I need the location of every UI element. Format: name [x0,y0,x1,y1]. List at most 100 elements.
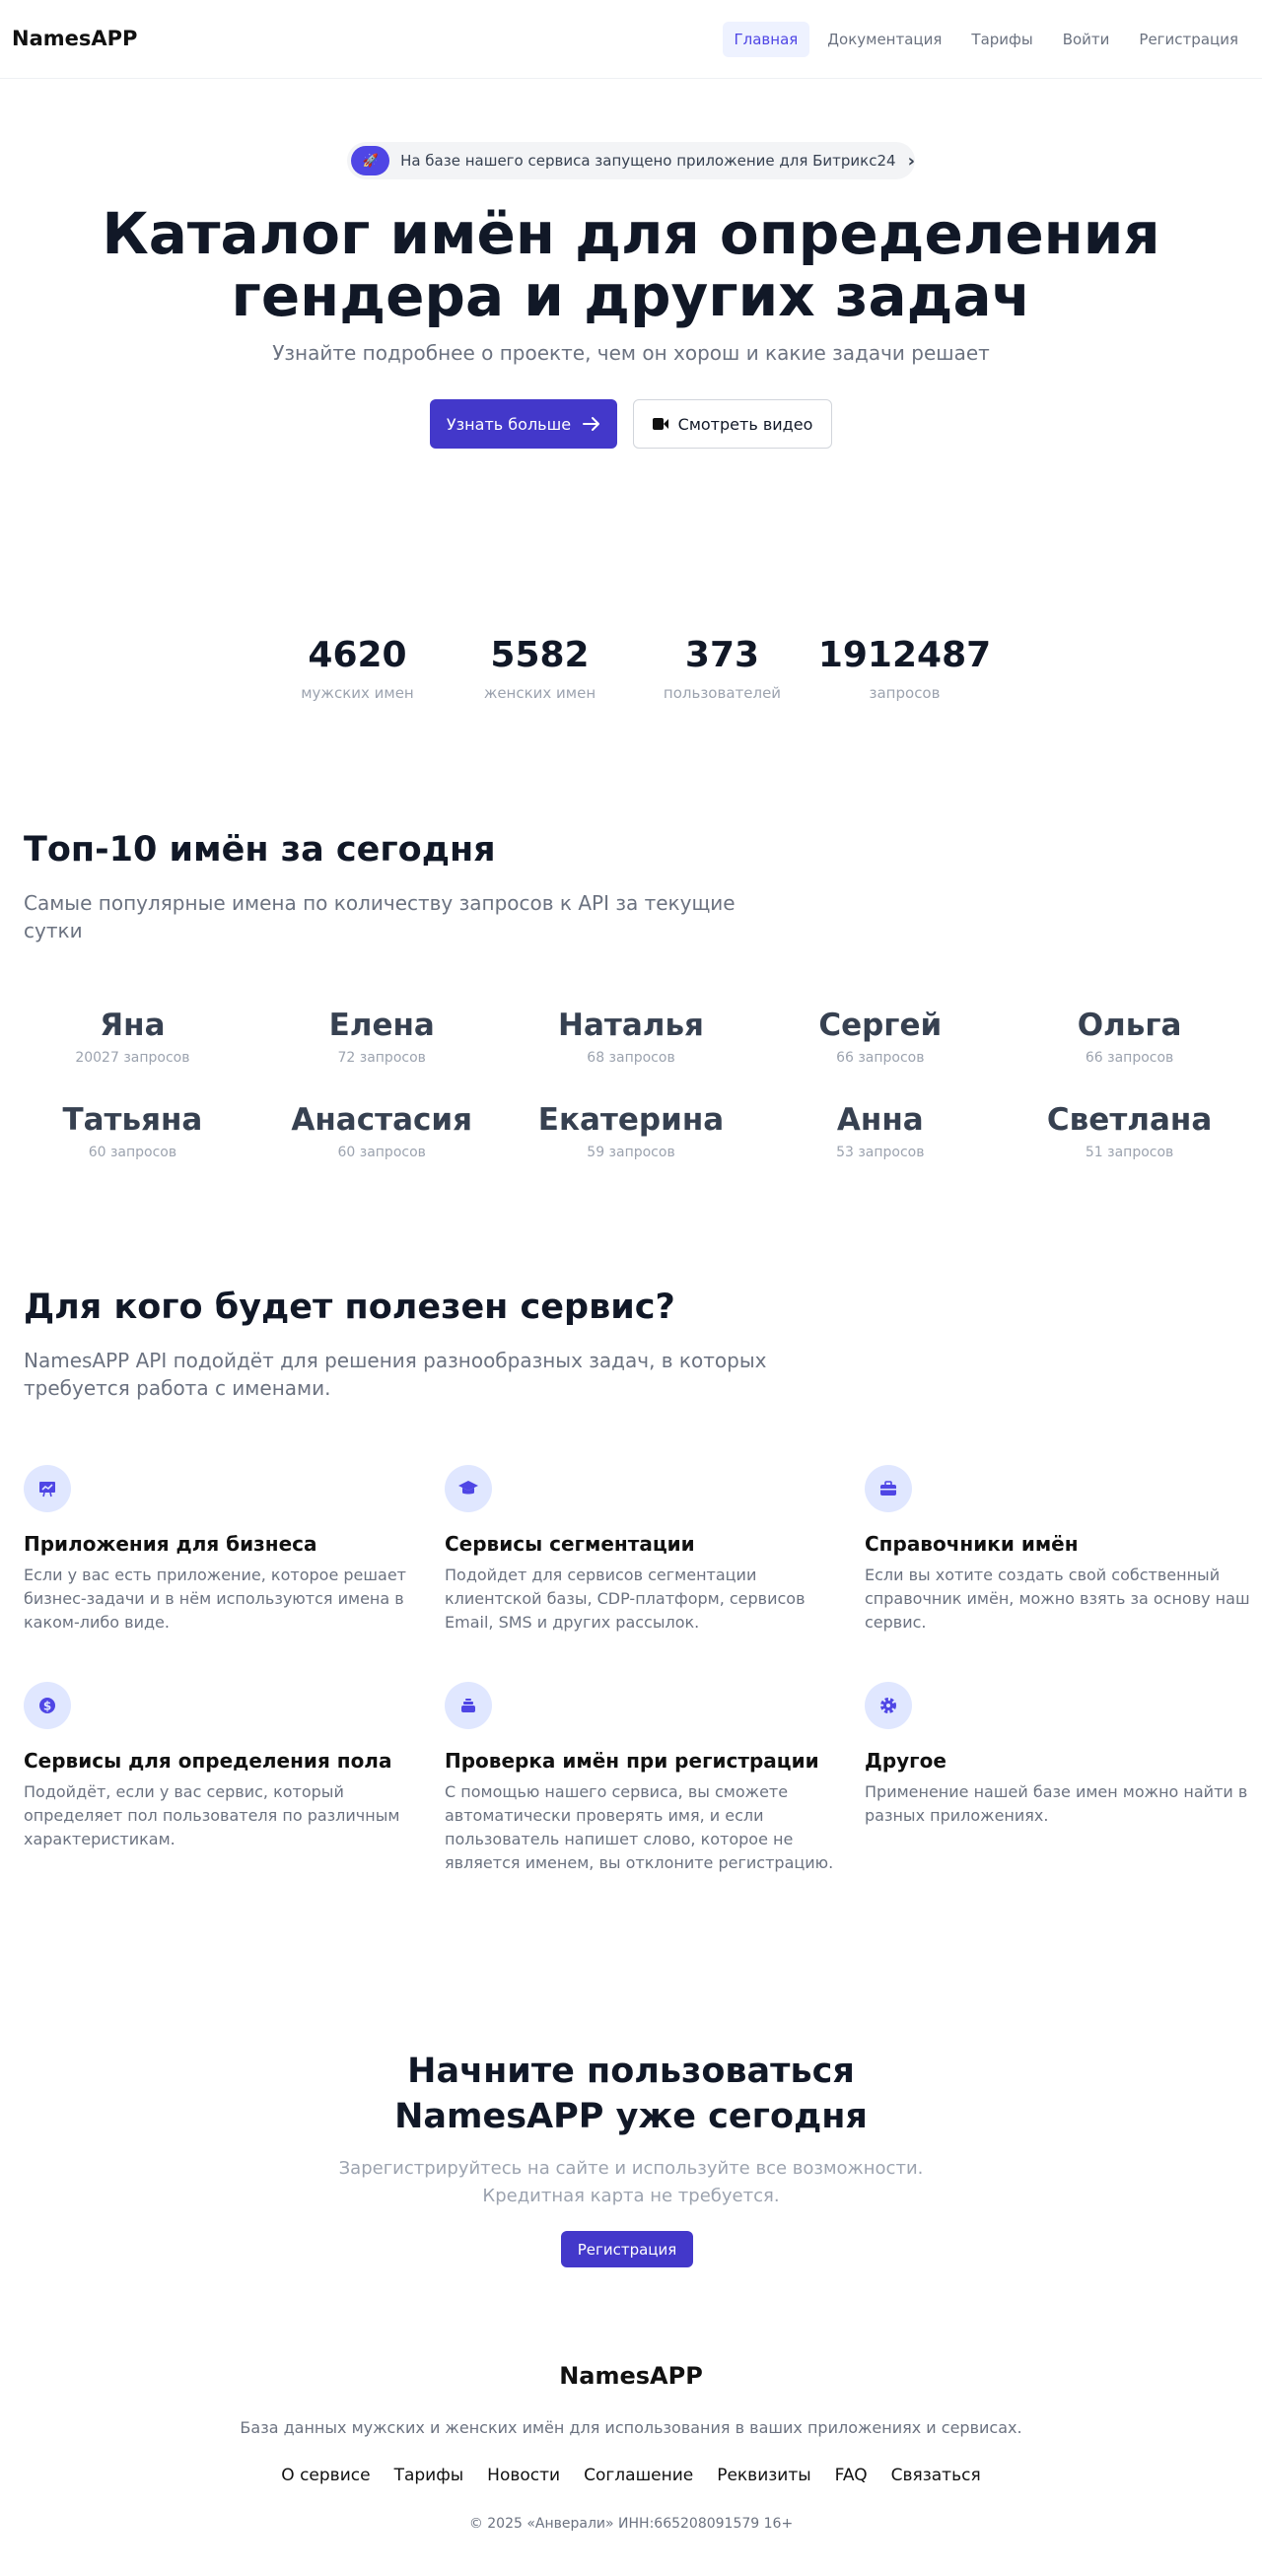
watch-video-label: Смотреть видео [677,414,813,434]
feature-text: Если вы хотите создать свой собственный … [865,1566,1250,1632]
cta-subtitle-line-1: Зарегистрируйтесь на сайте и используйте… [338,2158,924,2179]
top-name-count: 60 запросов [88,1145,177,1160]
nav-item-pricing[interactable]: Тарифы [959,22,1044,57]
top-name-item: Екатерина 59 запросов [507,1095,756,1160]
top-name: Елена [328,1008,435,1043]
top-name-count: 51 запросов [1085,1145,1174,1160]
feature-text: Применение нашей базе имен можно найти в… [865,1782,1248,1825]
hero-title-line-1: Каталог имён для определения [102,200,1160,267]
top-name-count: 66 запросов [836,1050,925,1066]
footer-description: База данных мужских и женских имён для и… [240,2418,1022,2437]
feature-title: Справочники имён [865,1532,1079,1556]
stat-value: 373 [684,635,760,675]
footer-logo[interactable]: NamesAPP [0,2362,1262,2390]
top-name: Анастасия [291,1102,472,1138]
feature-card-segmentation: Сервисы сегментации Подойдет для сервисо… [445,1465,835,1635]
footer-link-pricing[interactable]: Тарифы [394,2466,464,2485]
cta-register-button[interactable]: Регистрация [561,2231,693,2267]
cta-title-line-2: NamesAPP уже сегодня [394,2097,868,2136]
cta-title: Начните пользоваться NamesAPP уже сегодн… [335,2049,927,2139]
learn-more-button[interactable]: Узнать больше [430,399,617,449]
footer-link-about[interactable]: О сервисе [281,2466,370,2485]
academic-cap-icon [445,1465,492,1512]
top-name: Татьяна [62,1102,203,1138]
stat-label: запросов [869,684,941,702]
top-name-count: 20027 запросов [75,1050,190,1066]
nav-item-login[interactable]: Войти [1051,22,1122,57]
rocket-icon: 🚀 [351,146,390,175]
top-name: Светлана [1046,1102,1213,1138]
top-names-title: Топ-10 имён за сегодня [24,830,496,870]
stat-value: 1912487 [817,635,992,675]
gear-icon [865,1682,912,1729]
video-icon [652,418,668,430]
top-name: Наталья [558,1008,704,1043]
top-name: Ольга [1077,1008,1182,1043]
announcement-text: На базе нашего сервиса запущено приложен… [400,152,896,170]
stat-requests: 1912487 запросов [813,631,996,702]
top-names-grid: Яна 20027 запросов Елена 72 запросов Нат… [8,1001,1254,1160]
feature-card-business: Приложения для бизнеса Если у вас есть п… [24,1465,414,1635]
feature-text: Подойдёт, если у вас сервис, который опр… [24,1782,400,1848]
top-name-count: 60 запросов [337,1145,426,1160]
cta-title-line-1: Начните пользоваться [407,2052,855,2091]
inbox-stack-icon [445,1682,492,1729]
briefcase-icon [865,1465,912,1512]
cta-subtitle-line-2: Кредитная карта не требуется. [482,2186,780,2206]
top-name-item: Анна 53 запросов [755,1095,1005,1160]
footer-link-faq[interactable]: FAQ [835,2466,868,2485]
feature-card-registration-check: Проверка имён при регистрации С помощью … [445,1682,835,1875]
top-name-item: Наталья 68 запросов [507,1001,756,1066]
announcement-banner[interactable]: 🚀 На базе нашего сервиса запущено прилож… [347,142,915,179]
chevron-right-icon: › [907,150,915,172]
top-names-subtitle: Самые популярные имена по количеству зап… [24,891,736,942]
feature-card-directories: Справочники имён Если вы хотите создать … [865,1465,1255,1635]
features-title: Для кого будет полезен сервис? [24,1288,675,1327]
top-name-count: 72 запросов [337,1050,426,1066]
stat-label: пользователей [663,684,782,702]
feature-card-gender: $ Сервисы для определения пола Подойдёт,… [24,1682,414,1851]
top-name: Анна [836,1102,924,1138]
footer-link-news[interactable]: Новости [487,2466,560,2485]
nav-item-home[interactable]: Главная [722,22,810,57]
features-subtitle: NamesAPP API подойдёт для решения разноо… [24,1349,767,1400]
top-name: Яна [100,1008,166,1043]
watch-video-button[interactable]: Смотреть видео [633,399,832,449]
feature-text: С помощью нашего сервиса, вы сможете авт… [445,1782,834,1872]
stat-value: 4620 [308,635,407,675]
footer-nav: О сервисе Тарифы Новости Соглашение Рекв… [0,2466,1262,2485]
top-name: Сергей [818,1008,943,1043]
site-header: NamesAPP Главная Документация Тарифы Вой… [0,0,1262,79]
hero-title-line-2: гендера и других задач [231,262,1031,329]
feature-title: Сервисы сегментации [445,1532,695,1556]
main-nav: Главная Документация Тарифы Войти Регист… [722,22,1251,57]
learn-more-label: Узнать больше [446,414,572,434]
top-name-item: Сергей 66 запросов [755,1001,1005,1066]
footer-link-requisites[interactable]: Реквизиты [717,2466,810,2485]
nav-item-register[interactable]: Регистрация [1127,22,1250,57]
top-name-item: Яна 20027 запросов [8,1001,257,1066]
feature-title: Другое [865,1749,946,1773]
feature-title: Сервисы для определения пола [24,1749,392,1773]
cta-subtitle: Зарегистрируйтесь на сайте и используйте… [286,2155,976,2210]
footer-link-agreement[interactable]: Соглашение [584,2466,693,2485]
top-name-item: Елена 72 запросов [257,1001,507,1066]
top-name-item: Светлана 51 запросов [1005,1095,1254,1160]
nav-item-docs[interactable]: Документация [815,22,953,57]
feature-text: Если у вас есть приложение, которое реша… [24,1566,406,1632]
presentation-chart-icon [24,1465,71,1512]
feature-text: Подойдет для сервисов сегментации клиент… [445,1566,806,1632]
top-name-count: 53 запросов [836,1145,925,1160]
top-name-count: 59 запросов [587,1145,675,1160]
site-logo[interactable]: NamesAPP [12,27,137,50]
stat-female-names: 5582 женских имен [449,631,631,702]
top-name-count: 68 запросов [587,1050,675,1066]
footer-copyright: © 2025 «Анверали» ИНН:665208091579 16+ [468,2516,794,2532]
stats-row: 4620 мужских имен 5582 женских имен 373 … [266,631,996,702]
top-name-item: Ольга 66 запросов [1005,1001,1254,1066]
feature-title: Приложения для бизнеса [24,1532,317,1556]
arrow-right-icon [583,417,600,431]
stat-label: мужских имен [301,684,414,702]
footer-link-contact[interactable]: Связаться [891,2466,981,2485]
stat-male-names: 4620 мужских имен [266,631,449,702]
